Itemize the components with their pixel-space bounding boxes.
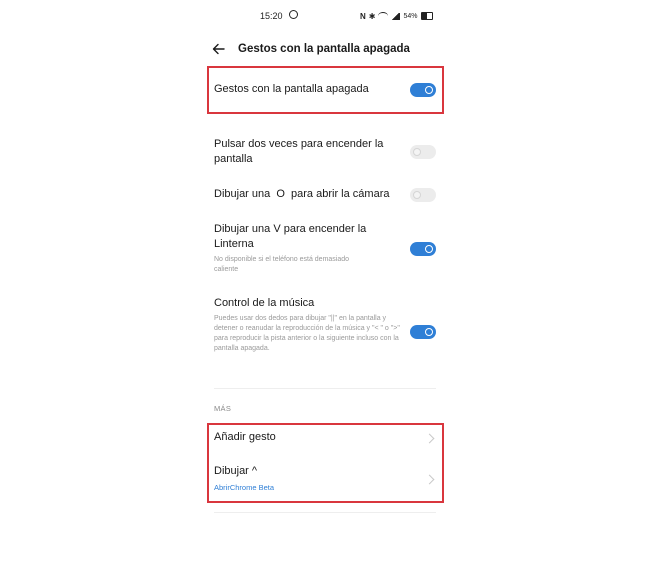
draw-o-toggle[interactable] [410,188,436,202]
setting-row-music-control[interactable]: Control de la música Puedes usar dos ded… [214,296,436,354]
music-control-toggle[interactable] [410,325,436,339]
toggle-knob [413,191,421,199]
toggle-knob [425,245,433,253]
highlight-box-more [207,423,444,503]
app-header: Gestos con la pantalla apagada [200,40,450,62]
setting-title: Dibujar una V para encender la Linterna [214,223,367,250]
bluetooth-icon: ✱ [368,11,376,21]
nfc-icon: N [360,11,366,21]
phone-screen: 15:20 N ✱ 54% Gestos con la pantalla apa… [200,0,450,570]
highlight-box-master [207,66,444,114]
page-title: Gestos con la pantalla apagada [238,43,410,55]
status-time: 15:20 [260,11,283,21]
signal-icon [391,12,401,20]
battery-percent: 54% [403,12,418,20]
setting-title: Dibujar una O para abrir la cámara [214,188,390,200]
draw-v-toggle[interactable] [410,242,436,256]
back-arrow-icon[interactable] [212,42,226,56]
wifi-icon [378,12,389,20]
more-section-label: MÁS [214,404,232,413]
section-divider [214,388,436,389]
double-tap-toggle[interactable] [410,145,436,159]
toggle-knob [425,328,433,336]
whatsapp-icon [289,10,298,19]
status-bar: 15:20 N ✱ 54% [200,8,450,24]
toggle-knob [413,148,421,156]
setting-row-double-tap[interactable]: Pulsar dos veces para encender la pantal… [214,137,436,167]
setting-description: Puedes usar dos dedos para dibujar "||" … [214,315,400,352]
bottom-divider [214,512,436,513]
setting-row-draw-v[interactable]: Dibujar una V para encender la Linterna … [214,222,436,275]
status-icons: N ✱ 54% [360,10,433,22]
battery-icon [420,12,433,20]
setting-title: Pulsar dos veces para encender la pantal… [214,138,384,165]
setting-row-draw-o[interactable]: Dibujar una O para abrir la cámara [214,187,436,202]
setting-title: Control de la música [214,297,315,309]
setting-description: No disponible si el teléfono está demasi… [214,256,350,273]
